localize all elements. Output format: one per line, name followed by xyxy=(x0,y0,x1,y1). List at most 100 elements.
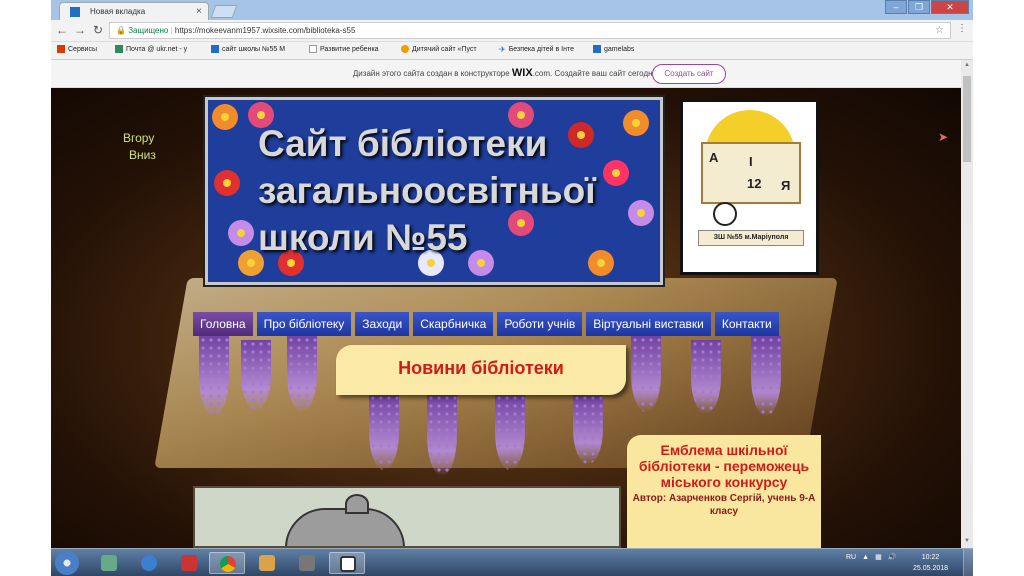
taskbar-app[interactable] xyxy=(171,552,207,574)
flower-icon xyxy=(228,220,254,246)
emblem-ribbon: ЗШ №55 м.Маріуполя xyxy=(698,230,804,246)
taskbar-app[interactable] xyxy=(329,552,365,574)
network-icon[interactable]: ▦ xyxy=(875,553,882,561)
nav-item-about[interactable]: Про бібліотеку xyxy=(256,312,352,336)
cursor-arrow-icon: ➤ xyxy=(938,130,949,144)
reload-icon[interactable]: ↻ xyxy=(91,23,105,37)
emblem-info-panel: Емблема шкільної бібліотеки - переможець… xyxy=(627,435,821,548)
flower-icon xyxy=(212,104,238,130)
bookmark-label: сайт школы №55 M xyxy=(222,45,286,53)
emblem-panel-author: Автор: Азарченков Сергій, учень 9-А клас… xyxy=(632,493,816,517)
wix-banner-text: Дизайн этого сайта создан в конструкторе… xyxy=(352,67,660,79)
plane-icon: ✈ xyxy=(499,45,506,54)
bookmark-label: Развитие ребенка xyxy=(320,45,379,53)
windows-taskbar: RU ▲ ▦ 🔊 10:22 25.05.2018 xyxy=(51,548,973,576)
bookmark-item[interactable]: ✈ Безпека дітей в Інте xyxy=(499,45,574,54)
maximize-icon[interactable]: ❐ xyxy=(908,0,930,14)
files-icon xyxy=(101,555,117,571)
new-tab-button[interactable] xyxy=(210,5,238,18)
taskbar-app[interactable] xyxy=(249,552,285,574)
gimp-icon xyxy=(299,555,315,571)
news-heading: Новини бібліотеки xyxy=(336,345,626,395)
wix-banner: Дизайн этого сайта создан в конструкторе… xyxy=(51,60,961,88)
taskbar-app[interactable] xyxy=(91,552,127,574)
soccer-ball-icon xyxy=(713,202,737,226)
wisteria-decoration xyxy=(199,336,229,416)
paint-icon xyxy=(259,555,275,571)
side-links: Вгору Вниз xyxy=(123,130,156,164)
tab-title: Новая вкладка xyxy=(90,7,146,16)
taskbar-app[interactable] xyxy=(131,552,167,574)
go-down-link[interactable]: Вниз xyxy=(123,147,156,164)
nav-item-events[interactable]: Заходи xyxy=(355,312,410,336)
library-emblem: А І 12 Я ЗШ №55 м.Маріуполя xyxy=(680,99,819,275)
bookmark-label: gamelabs xyxy=(604,45,635,53)
wix-icon xyxy=(211,45,219,53)
wisteria-decoration xyxy=(369,394,399,470)
nav-item-virtual-exhibitions[interactable]: Віртуальні виставки xyxy=(586,312,711,336)
bookmark-item[interactable]: gamelabs xyxy=(593,45,634,53)
start-button[interactable] xyxy=(55,551,79,575)
bookmark-item[interactable]: Развитие ребенка xyxy=(309,45,379,53)
bookmark-label: Дитячий сайт «Пуст xyxy=(412,45,477,53)
bookmarks-bar: Сервисы Почта @ ukr.net - у сайт школы №… xyxy=(51,42,973,60)
volume-icon[interactable]: 🔊 xyxy=(888,553,897,561)
chrome-icon xyxy=(220,556,236,572)
bird-icon xyxy=(401,45,409,53)
wisteria-decoration xyxy=(495,394,525,470)
browser-menu-icon[interactable]: ⋮ xyxy=(957,23,967,34)
bookmark-item[interactable]: Сервисы xyxy=(57,45,97,53)
main-nav: Головна Про бібліотеку Заходи Скарбничка… xyxy=(193,312,821,336)
lock-icon: 🔒 xyxy=(116,26,126,35)
clock[interactable]: 10:22 25.05.2018 xyxy=(913,552,948,574)
nav-item-home[interactable]: Головна xyxy=(193,312,253,336)
system-tray: RU ▲ ▦ 🔊 xyxy=(846,553,897,562)
nav-item-treasury[interactable]: Скарбничка xyxy=(413,312,494,336)
emblem-letter: 12 xyxy=(747,176,762,191)
wix-logo: WIX xyxy=(511,67,533,79)
scroll-up-icon[interactable]: ▲ xyxy=(963,62,971,70)
bookmark-item[interactable]: Дитячий сайт «Пуст xyxy=(401,45,477,53)
ie-icon xyxy=(141,555,157,571)
book-icon: А І 12 Я xyxy=(701,142,801,204)
mail-icon xyxy=(115,45,123,53)
back-arrow-icon[interactable]: ← xyxy=(55,23,69,37)
nav-item-student-works[interactable]: Роботи учнів xyxy=(497,312,583,336)
bookmark-star-icon[interactable]: ☆ xyxy=(935,23,944,38)
tray-arrow-icon[interactable]: ▲ xyxy=(862,554,869,561)
emblem-letter: Я xyxy=(781,178,791,193)
cartoon-image xyxy=(193,486,621,548)
go-up-link[interactable]: Вгору xyxy=(123,130,156,147)
cartoon-head xyxy=(345,494,369,514)
show-desktop-button[interactable] xyxy=(963,549,973,576)
wisteria-decoration xyxy=(631,336,661,412)
taskbar-app[interactable] xyxy=(289,552,325,574)
language-indicator[interactable]: RU xyxy=(846,554,856,561)
bookmark-label: Безпека дітей в Інте xyxy=(508,46,574,53)
url-input[interactable]: 🔒 Защищено | https://mokeevanm1957.wixsi… xyxy=(109,22,951,39)
tab-new-tab[interactable]: Новая вкладка × xyxy=(59,2,209,20)
page-icon xyxy=(309,45,317,53)
site-page: Вгору Вниз Сайт бібліотеки загальноосвіт… xyxy=(51,88,961,548)
bookmark-item[interactable]: Почта @ ukr.net - у xyxy=(115,45,187,53)
create-site-button[interactable]: Создать сайт xyxy=(652,64,726,84)
close-window-icon[interactable]: ✕ xyxy=(931,0,969,14)
window-icon xyxy=(340,556,356,572)
page-scrollbar[interactable]: ▲ ▼ xyxy=(961,60,973,548)
scroll-thumb[interactable] xyxy=(963,76,971,162)
cartoon-body xyxy=(285,508,405,546)
nav-item-contacts[interactable]: Контакти xyxy=(714,312,779,336)
taskbar-app-chrome[interactable] xyxy=(209,552,245,574)
emblem-letter: І xyxy=(749,154,753,169)
minimize-icon[interactable]: – xyxy=(885,0,907,14)
emblem-letter: А xyxy=(709,150,719,165)
bookmark-label: Почта @ ukr.net - у xyxy=(126,45,188,53)
bookmark-item[interactable]: сайт школы №55 M xyxy=(211,45,285,53)
apps-grid-icon xyxy=(57,45,65,53)
window-controls: – ❐ ✕ xyxy=(885,0,969,16)
clock-date: 25.05.2018 xyxy=(913,565,949,572)
tab-close-icon[interactable]: × xyxy=(196,6,202,17)
bookmark-label: Сервисы xyxy=(68,45,98,53)
scroll-down-icon[interactable]: ▼ xyxy=(963,538,971,546)
forward-arrow-icon[interactable]: → xyxy=(73,23,87,37)
